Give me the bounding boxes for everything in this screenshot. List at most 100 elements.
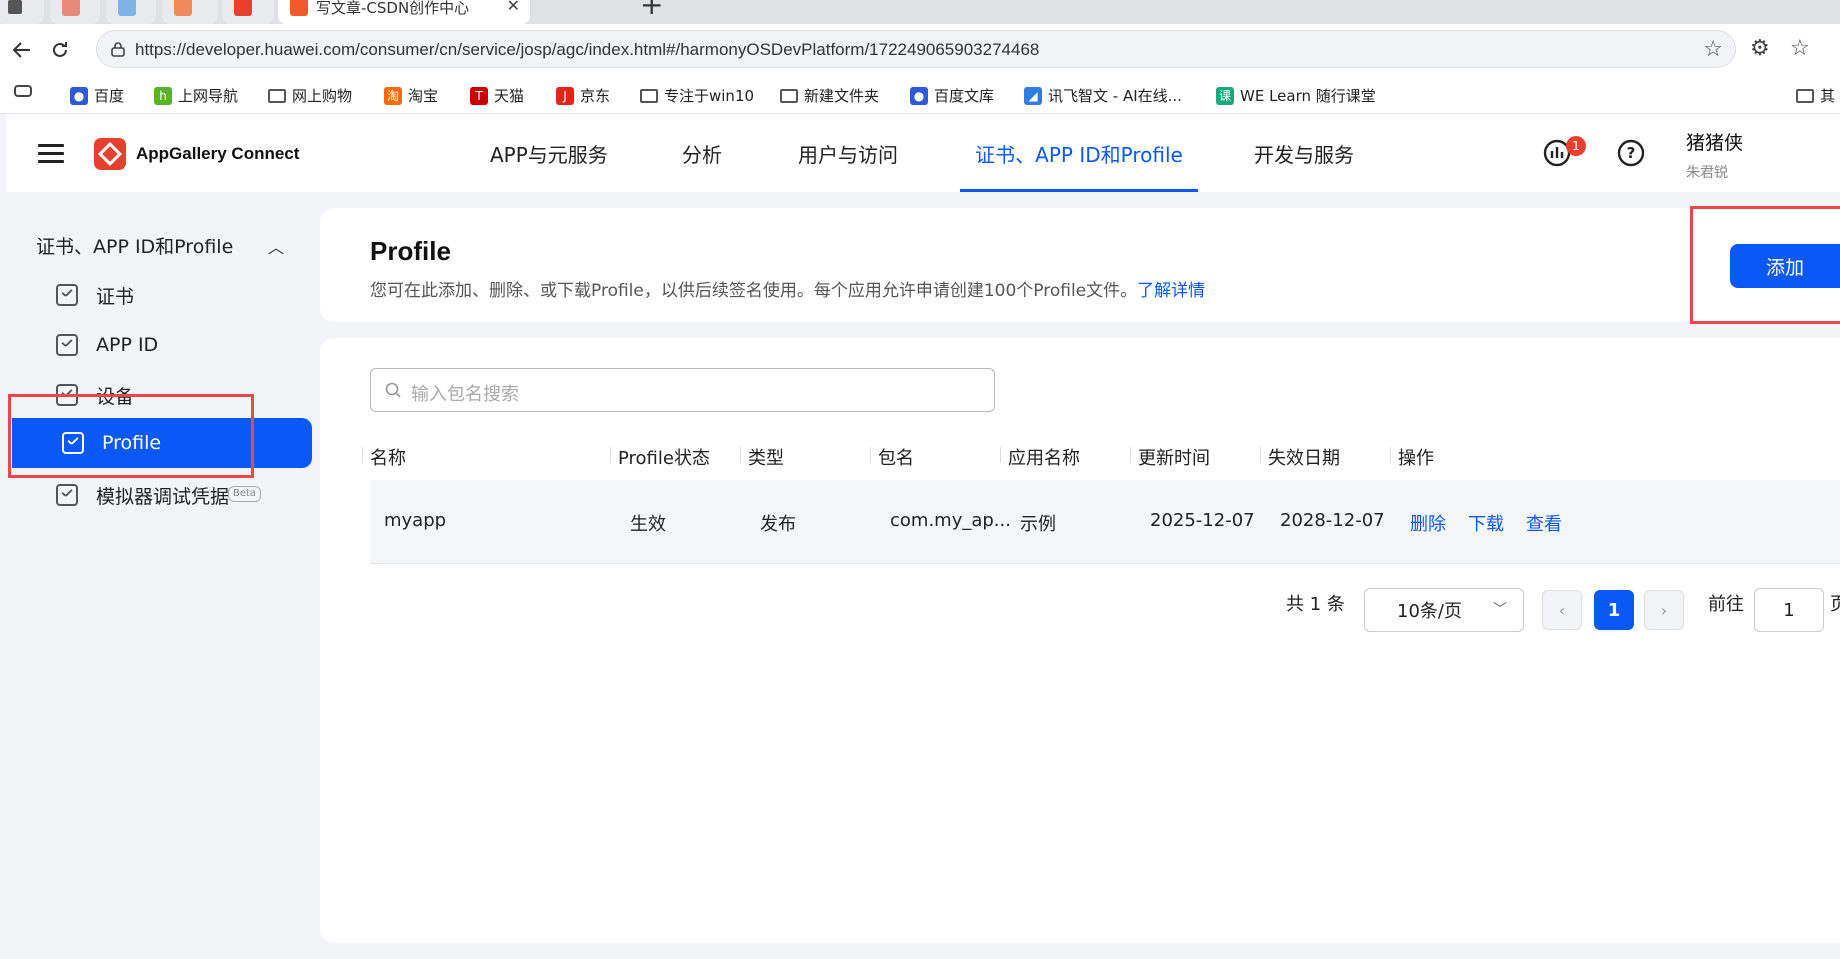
url-text: https://developer.huawei.com/consumer/cn… <box>135 40 1040 59</box>
menu-icon[interactable] <box>38 144 64 164</box>
bookmark-taobao[interactable]: 淘淘宝 <box>384 85 438 106</box>
folder-icon <box>640 88 658 103</box>
column-header: 名称 <box>362 444 406 470</box>
current-page-button[interactable]: 1 <box>1594 590 1634 630</box>
chevron-left-icon: ‹ <box>1558 600 1566 620</box>
browser-tab[interactable] <box>0 0 44 24</box>
package-search-input[interactable]: 输入包名搜索 <box>370 368 995 412</box>
jd-icon: J <box>556 86 574 105</box>
huawei-favicon-icon <box>234 0 252 16</box>
column-header: 类型 <box>740 444 784 470</box>
browser-tab-strip: 写文章-CSDN创作中心 ✕ + <box>0 0 1840 24</box>
cell-status: 生效 <box>630 514 666 535</box>
bookmark-hao[interactable]: h 上网导航 <box>154 85 238 106</box>
new-tab-icon[interactable]: + <box>640 0 663 21</box>
bookmark-other-folder[interactable]: 其 <box>1796 85 1835 106</box>
user-subtitle: 朱君锐 <box>1686 165 1728 181</box>
bookmark-star-icon[interactable]: ☆ <box>1703 37 1723 62</box>
extensions-icon[interactable]: ⚙ <box>1750 36 1770 61</box>
sidebar: 证书、APP ID和Profile ︿ 证书 APP ID 设备 Profile… <box>6 192 318 959</box>
bookmark-baidu-wenku[interactable]: ● 百度文库 <box>910 85 994 106</box>
cell-expires: 2028-12-07 <box>1280 510 1385 531</box>
chevron-up-icon[interactable]: ︿ <box>268 234 284 258</box>
cell-type: 发布 <box>760 514 796 535</box>
column-header: 应用名称 <box>1000 444 1080 470</box>
certificate-icon <box>56 284 78 306</box>
page-description: 您可在此添加、删除、或下载Profile，以供后续签名使用。每个应用允许申请创建… <box>370 281 1206 301</box>
back-icon[interactable] <box>8 36 36 64</box>
nav-users-access[interactable]: 用户与访问 <box>798 114 898 192</box>
page-size-value: 10条/页 <box>1397 601 1462 622</box>
browser-tab[interactable] <box>106 0 156 24</box>
browser-tab-active[interactable]: 写文章-CSDN创作中心 ✕ <box>278 0 530 24</box>
nav-dev-services[interactable]: 开发与服务 <box>1254 114 1354 192</box>
close-tab-icon[interactable]: ✕ <box>507 0 520 15</box>
tmall-icon: T <box>470 86 488 105</box>
emulator-icon <box>56 484 78 506</box>
sidebar-item-certificate[interactable]: 证书 <box>6 270 306 320</box>
delete-link[interactable]: 删除 <box>1410 510 1446 536</box>
folder-icon <box>268 88 286 103</box>
search-placeholder: 输入包名搜索 <box>411 384 519 405</box>
window-menu-icon <box>8 0 22 14</box>
csdn-favicon-icon <box>290 0 308 16</box>
search-icon <box>385 382 401 398</box>
nav-app-services[interactable]: APP与元服务 <box>490 114 608 192</box>
svg-text:?: ? <box>1627 144 1636 162</box>
column-header: 操作 <box>1390 444 1434 470</box>
browser-tab[interactable] <box>222 0 274 24</box>
bookmark-jd[interactable]: J 京东 <box>556 85 610 106</box>
next-page-button[interactable]: › <box>1644 590 1684 630</box>
tab-favicon-icon <box>174 0 192 16</box>
app-header: AppGallery Connect APP与元服务 分析 用户与访问 证书、A… <box>6 114 1840 192</box>
profile-list-panel: 输入包名搜索 名称 Profile状态 类型 包名 应用名称 更新时间 失效日期… <box>320 338 1840 943</box>
page-header-panel: Profile 您可在此添加、删除、或下载Profile，以供后续签名使用。每个… <box>320 208 1840 322</box>
bookmarks-bar: ● 百度 h 上网导航 网上购物 淘淘宝 T 天猫 J 京东 专注于win10 新建文件… <box>0 76 1840 114</box>
learn-more-link[interactable]: 了解详情 <box>1137 281 1205 301</box>
bookmark-tmall[interactable]: T 天猫 <box>470 85 524 106</box>
view-link[interactable]: 查看 <box>1526 510 1562 536</box>
highlight-box-profile <box>8 394 254 478</box>
bookmark-xunfei[interactable]: ◢ 讯飞智文 - AI在线... <box>1024 85 1182 106</box>
reload-icon[interactable] <box>46 36 74 64</box>
favorites-icon[interactable]: ☆ <box>1790 36 1810 61</box>
site-info-icon[interactable] <box>109 40 127 58</box>
sidebar-item-label: 模拟器调试凭据 <box>96 485 230 508</box>
sidebar-item-app-id[interactable]: APP ID <box>6 320 306 370</box>
nav-analytics[interactable]: 分析 <box>682 114 722 192</box>
nav-certificates[interactable]: 证书、APP ID和Profile <box>960 114 1198 192</box>
appgallery-logo-icon <box>94 138 126 170</box>
prev-page-button[interactable]: ‹ <box>1542 590 1582 630</box>
xunfei-icon: ◢ <box>1024 86 1042 105</box>
table-row: myapp 生效 发布 com.my_ap... 示例 2025-12-07 2… <box>370 480 1840 564</box>
column-header: 失效日期 <box>1260 444 1340 470</box>
cell-package: com.my_ap... <box>890 510 1011 531</box>
tab-title: 写文章-CSDN创作中心 <box>316 0 470 17</box>
url-field[interactable]: https://developer.huawei.com/consumer/cn… <box>96 30 1736 68</box>
bookmark-new-folder[interactable]: 新建文件夹 <box>780 85 879 106</box>
sidebar-item-label: APP ID <box>96 334 159 356</box>
bookmark-shopping-folder[interactable]: 网上购物 <box>268 85 352 106</box>
bookmark-win10-folder[interactable]: 专注于win10 <box>640 85 754 106</box>
table-header: 名称 Profile状态 类型 包名 应用名称 更新时间 失效日期 操作 <box>362 430 1840 480</box>
user-name[interactable]: 猪猪侠 <box>1686 128 1743 155</box>
reading-list-icon[interactable] <box>14 85 38 97</box>
cell-app-name: 示例 <box>1020 514 1056 535</box>
page-size-select[interactable]: 10条/页 ﹀ <box>1364 588 1524 632</box>
help-icon[interactable]: ? <box>1616 138 1646 168</box>
total-count: 共 1 条 <box>1286 594 1345 615</box>
cell-updated: 2025-12-07 <box>1150 510 1255 531</box>
page-title: Profile <box>370 236 451 266</box>
download-link[interactable]: 下载 <box>1468 510 1504 536</box>
browser-tab[interactable] <box>50 0 100 24</box>
chevron-down-icon: ﹀ <box>1493 602 1507 618</box>
bookmark-welearn[interactable]: 课 WE Learn 随行课堂 <box>1216 85 1376 106</box>
browser-tab[interactable] <box>162 0 218 24</box>
sidebar-group-title[interactable]: 证书、APP ID和Profile <box>36 232 233 259</box>
tab-favicon-icon <box>62 0 80 16</box>
goto-label: 前往 <box>1708 594 1744 615</box>
highlight-box-add <box>1690 206 1840 324</box>
beta-badge: Beta <box>228 486 262 502</box>
bookmark-baidu[interactable]: ● 百度 <box>70 85 124 106</box>
goto-page-input[interactable]: 1 <box>1754 588 1824 632</box>
